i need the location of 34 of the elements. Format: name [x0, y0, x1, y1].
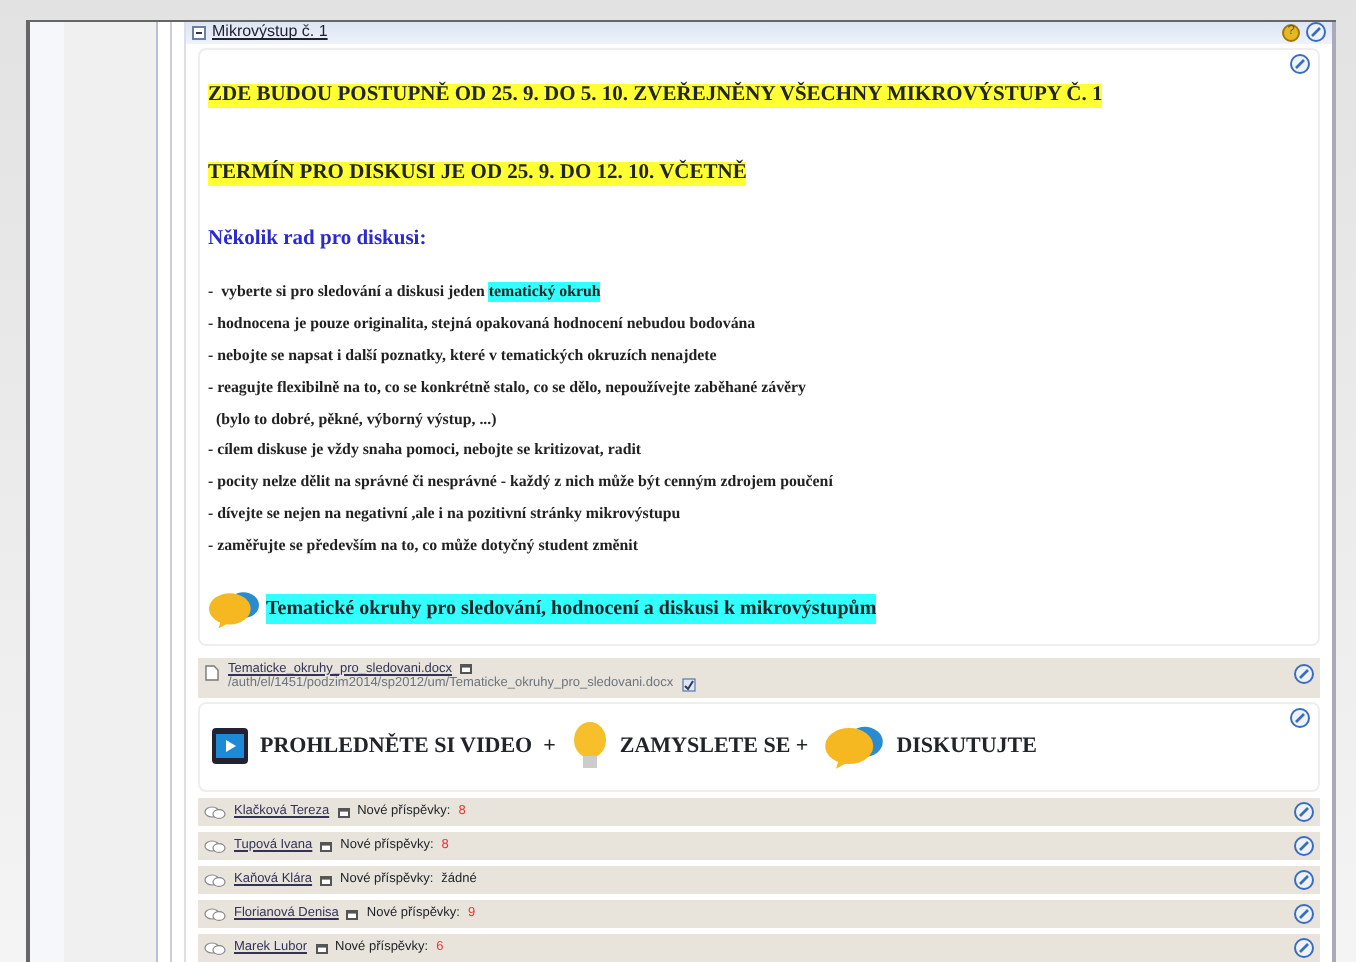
collapse-icon[interactable] [192, 25, 206, 40]
announcement: TERMÍN PRO DISKUSI JE OD 25. 9. DO 12. 10. VČETNĚ [208, 161, 747, 186]
edit-icon[interactable] [1306, 22, 1326, 43]
edit-icon[interactable] [1294, 938, 1314, 958]
speech-bubbles-icon [204, 839, 226, 853]
edit-icon[interactable] [1294, 904, 1314, 924]
edit-icon[interactable] [1294, 663, 1314, 684]
window-icon[interactable] [337, 807, 350, 817]
section-title-link[interactable]: Mikrovýstup č. 1 [212, 24, 328, 41]
window-icon[interactable] [320, 875, 333, 885]
topics-link[interactable]: Tematické okruhy pro sledování, hodnocení a diskusi k mikrovýstupům [266, 594, 877, 625]
light-bulb-icon [571, 720, 608, 773]
window-icon[interactable] [460, 664, 473, 675]
edit-icon[interactable] [1290, 53, 1310, 74]
edit-icon[interactable] [1294, 836, 1314, 856]
window-icon[interactable] [346, 909, 359, 919]
speech-bubbles-icon [204, 907, 226, 921]
edit-icon[interactable] [1290, 708, 1310, 729]
step-label: PROHLEDNĚTE SI VIDEO + [260, 731, 556, 762]
step-label: DISKUTUJTE [896, 731, 1037, 762]
step-label: ZAMYSLETE SE + [619, 731, 809, 762]
window-icon[interactable] [315, 943, 327, 953]
speech-bubbles-icon [824, 722, 885, 771]
announcement: ZDE BUDOU POSTUPNĚ OD 25. 9. DO 5. 10. ZVEŘEJNĚNY VŠECHNY MIKROVÝSTUPY Č. 1 [208, 83, 1103, 108]
speech-bubbles-icon [208, 588, 260, 631]
advice-heading: Několik rad pro diskusi: [208, 225, 429, 254]
edit-icon[interactable] [1294, 802, 1314, 822]
speech-bubbles-icon [204, 873, 226, 887]
window-icon[interactable] [320, 841, 333, 851]
document-icon [204, 663, 220, 682]
speech-bubbles-icon [204, 941, 226, 955]
video-icon [212, 728, 248, 765]
speech-bubbles-icon [204, 805, 226, 819]
edit-icon[interactable] [1294, 870, 1314, 890]
